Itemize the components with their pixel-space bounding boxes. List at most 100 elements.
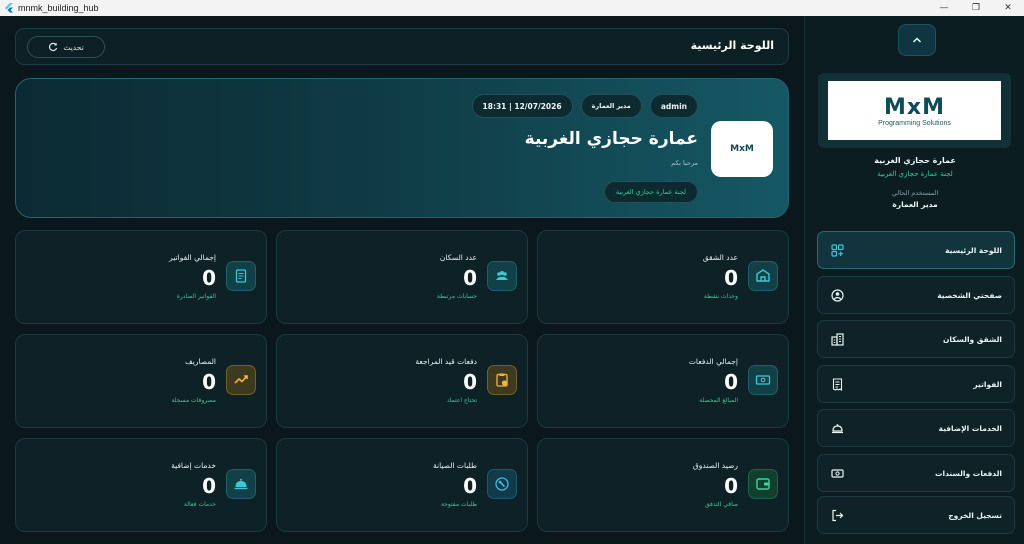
welcome-text: مرحبا بكم: [671, 159, 698, 167]
pending-clipboard-icon: [487, 365, 517, 395]
company-logo-card: MxM Programming Solutions: [818, 73, 1011, 148]
stat-card[interactable]: عدد السكان 0 حسابات مرتبطة: [276, 230, 528, 324]
maximize-button[interactable]: ❐: [960, 0, 992, 16]
cash-icon: [748, 365, 778, 395]
sidebar-info: عمارة حجازي الغربية لجنة عمارة حجازي الغ…: [805, 156, 1024, 209]
wallet-icon: [748, 469, 778, 499]
stat-value: 0: [463, 474, 477, 498]
stat-subtitle: وحدات نشطة: [703, 293, 738, 300]
collapse-sidebar-button[interactable]: [898, 24, 936, 56]
user-circle-icon: [830, 288, 844, 302]
window-titlebar: mnmk_building_hub — ❐ ✕: [0, 0, 1024, 16]
stat-title: عدد السكان: [439, 253, 477, 262]
stat-value: 0: [463, 370, 477, 394]
sidebar-committee: لجنة عمارة حجازي الغربية: [877, 170, 953, 178]
payments-icon: [830, 466, 844, 480]
apartment-icon: [748, 261, 778, 291]
service-bell-icon: [830, 421, 844, 435]
receipt-icon: [830, 377, 844, 391]
flutter-app-icon: [5, 3, 13, 13]
refresh-icon: [49, 42, 58, 52]
stat-card[interactable]: المصاريف 0 مصروفات مسجلة: [15, 334, 267, 428]
nav-profile[interactable]: صفحتي الشخصية: [817, 276, 1015, 314]
stat-value: 0: [724, 266, 738, 290]
stat-value: 0: [724, 474, 738, 498]
app-window: اللوحة الرئيسية تحديث MxM admin مدير الع…: [0, 16, 1024, 544]
refresh-button[interactable]: تحديث: [27, 36, 105, 58]
nav-label: الدفعات والسندات: [934, 468, 1002, 478]
datetime-chip: 12/07/2026 | 18:31: [471, 94, 573, 118]
stat-card[interactable]: إجمالي الدفعات 0 المبالغ المحصلة: [537, 334, 789, 428]
close-button[interactable]: ✕: [992, 0, 1024, 16]
stat-card[interactable]: خدمات إضافية 0 خدمات فعالة: [15, 438, 267, 532]
invoice-icon: [226, 261, 256, 291]
stat-subtitle: المبالغ المحصلة: [699, 397, 738, 404]
role-chip: مدير العمارة: [580, 94, 642, 118]
stat-title: إجمالي الدفعات: [688, 357, 738, 366]
committee-pill: لجنة عمارة حجازي الغربية: [603, 181, 698, 203]
stat-value: 0: [202, 266, 216, 290]
stat-card[interactable]: عدد الشقق 0 وحدات نشطة: [537, 230, 789, 324]
stat-value: 0: [202, 370, 216, 394]
building-icon: [830, 332, 844, 346]
refresh-label: تحديث: [63, 42, 84, 52]
chevron-up-icon: [912, 37, 922, 43]
hero-logo: MxM: [711, 121, 773, 177]
stat-subtitle: مصروفات مسجلة: [171, 397, 216, 404]
stat-title: عدد الشقق: [702, 253, 738, 262]
nav-label: اللوحة الرئيسية: [945, 245, 1002, 255]
stat-subtitle: تحتاج اعتماد: [447, 397, 477, 404]
logout-icon: [830, 508, 844, 522]
stat-card[interactable]: رصيد الصندوق 0 صافي التدفق: [537, 438, 789, 532]
current-user-role: مدير العمارة: [892, 200, 938, 209]
company-logo: MxM Programming Solutions: [828, 81, 1001, 140]
stat-subtitle: حسابات مرتبطة: [436, 293, 477, 300]
logo-mark: MxM: [884, 94, 945, 120]
stat-subtitle: الفواتير الصادرة: [176, 293, 216, 300]
stat-title: رصيد الصندوق: [692, 461, 738, 470]
stat-title: دفعات قيد المراجعة: [415, 357, 477, 366]
stat-title: طلبات الصيانة: [433, 461, 477, 470]
main-content: اللوحة الرئيسية تحديث MxM admin مدير الع…: [0, 16, 804, 544]
logo-subtitle: Programming Solutions: [878, 119, 951, 127]
nav-label: الفواتير: [973, 379, 1002, 389]
stat-value: 0: [463, 266, 477, 290]
nav-logout[interactable]: تسجيل الخروج: [817, 496, 1015, 534]
stat-title: المصاريف: [185, 357, 216, 366]
nav-dashboard[interactable]: اللوحة الرئيسية: [817, 231, 1015, 269]
stat-subtitle: طلبات مفتوحة: [440, 501, 477, 508]
building-name: عمارة حجازي الغربية: [524, 129, 698, 149]
minimize-button[interactable]: —: [928, 0, 960, 16]
wrench-icon: [487, 469, 517, 499]
dashboard-icon: [830, 243, 844, 257]
stat-value: 0: [202, 474, 216, 498]
stat-value: 0: [724, 370, 738, 394]
window-title: mnmk_building_hub: [18, 3, 99, 13]
top-bar: اللوحة الرئيسية تحديث: [15, 28, 789, 65]
stat-title: إجمالي الفواتير: [169, 253, 216, 262]
stat-card[interactable]: طلبات الصيانة 0 طلبات مفتوحة: [276, 438, 528, 532]
people-icon: [487, 261, 517, 291]
stat-title: خدمات إضافية: [171, 461, 216, 470]
user-chip: admin: [649, 94, 698, 118]
nav-apartments[interactable]: الشقق والسكان: [817, 320, 1015, 358]
trend-icon: [226, 365, 256, 395]
nav-label: الخدمات الإضافية: [938, 423, 1002, 433]
nav-label: الشقق والسكان: [942, 334, 1002, 344]
sidebar: MxM Programming Solutions عمارة حجازي ال…: [804, 16, 1024, 544]
hero-logo-text: MxM: [730, 144, 754, 154]
stat-subtitle: صافي التدفق: [704, 501, 738, 508]
nav-label: تسجيل الخروج: [948, 510, 1002, 520]
nav-payments[interactable]: الدفعات والسندات: [817, 454, 1015, 492]
nav-invoices[interactable]: الفواتير: [817, 365, 1015, 403]
current-user-label: المستخدم الحالي: [891, 189, 939, 197]
stat-subtitle: خدمات فعالة: [183, 501, 216, 508]
nav-extra-services[interactable]: الخدمات الإضافية: [817, 409, 1015, 447]
stat-card[interactable]: إجمالي الفواتير 0 الفواتير الصادرة: [15, 230, 267, 324]
welcome-banner: MxM admin مدير العمارة 12/07/2026 | 18:3…: [15, 78, 789, 218]
sidebar-building-name: عمارة حجازي الغربية: [874, 156, 956, 165]
nav-label: صفحتي الشخصية: [937, 290, 1002, 300]
stat-card[interactable]: دفعات قيد المراجعة 0 تحتاج اعتماد: [276, 334, 528, 428]
service-bell-icon: [226, 469, 256, 499]
page-title: اللوحة الرئيسية: [690, 39, 774, 52]
